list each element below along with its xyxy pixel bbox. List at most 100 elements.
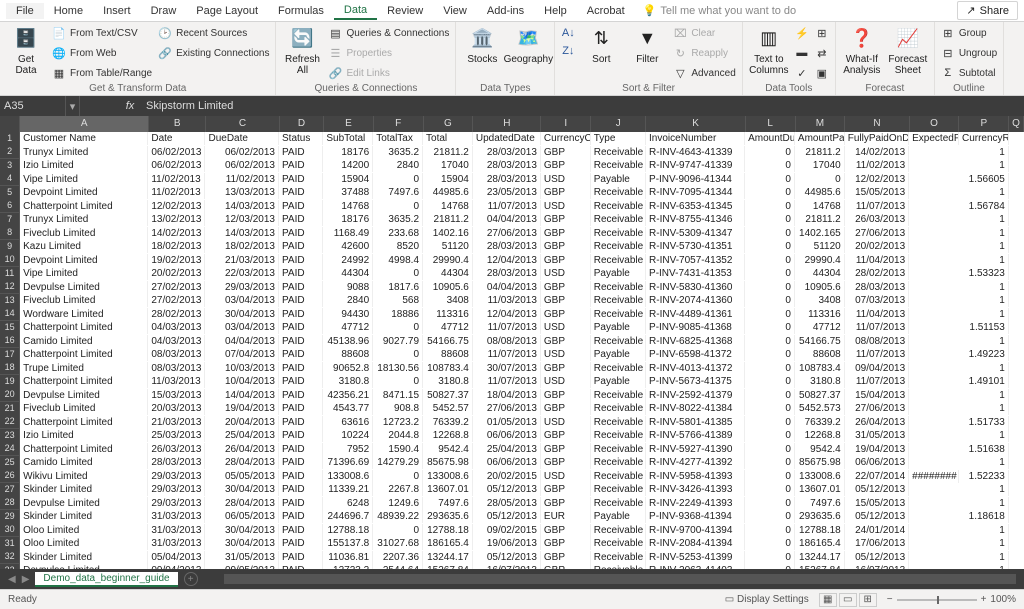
cell[interactable]: Receivable	[591, 213, 646, 226]
sort-asc[interactable]: A↓	[561, 24, 575, 42]
tab-file[interactable]: File	[6, 3, 44, 19]
rowhdr-19[interactable]: 19	[0, 375, 20, 389]
colhdr-F[interactable]: F	[374, 116, 424, 132]
colhdr-Q[interactable]: Q	[1009, 116, 1024, 132]
cell[interactable]: 04/04/2013	[205, 335, 279, 348]
header-cell[interactable]: Type	[591, 132, 646, 145]
header-cell[interactable]: UpdatedDate	[473, 132, 541, 145]
header-cell[interactable]: TotalTax	[373, 132, 423, 145]
cell[interactable]: 63616	[323, 416, 373, 429]
cell[interactable]: R-INV-5253-41399	[646, 551, 745, 564]
view-normal[interactable]: ▦	[819, 593, 837, 607]
cell[interactable]: 11/07/2013	[845, 200, 909, 213]
colhdr-H[interactable]: H	[473, 116, 541, 132]
rowhdr-20[interactable]: 20	[0, 388, 20, 402]
cell[interactable]: 15/03/2013	[148, 389, 205, 402]
cell[interactable]: 42600	[323, 240, 373, 253]
cell[interactable]: PAID	[279, 335, 323, 348]
cell[interactable]: 108783.4	[795, 362, 845, 375]
cell[interactable]: R-INV-4013-41372	[646, 362, 745, 375]
cell[interactable]: Receivable	[591, 362, 646, 375]
cell[interactable]: PAID	[279, 416, 323, 429]
cell[interactable]: 11036.81	[323, 551, 373, 564]
cell[interactable]: 4543.77	[323, 402, 373, 415]
cell[interactable]: 133008.6	[795, 470, 845, 483]
cell[interactable]: 12723.2	[373, 416, 423, 429]
header-cell[interactable]: CurrencyRate	[959, 132, 1009, 145]
select-all-corner[interactable]	[0, 116, 20, 132]
cell[interactable]: Receivable	[591, 294, 646, 307]
colhdr-O[interactable]: O	[910, 116, 960, 132]
cell[interactable]: 12/02/2013	[845, 173, 909, 186]
cell[interactable]: 05/12/2013	[845, 510, 909, 523]
stocks-button[interactable]: 🏛️Stocks	[462, 24, 502, 65]
cell[interactable]: Receivable	[591, 402, 646, 415]
colhdr-G[interactable]: G	[424, 116, 474, 132]
remove-duplicates[interactable]: ▬	[795, 44, 809, 62]
cell[interactable]: 29/03/2013	[205, 281, 279, 294]
cell[interactable]: P-INV-9368-41394	[646, 510, 745, 523]
cell[interactable]: Skinder Limited	[20, 510, 148, 523]
forecast-sheet-button[interactable]: 📈Forecast Sheet	[888, 24, 928, 76]
cell[interactable]: 04/03/2013	[148, 321, 205, 334]
cell[interactable]: 12/04/2013	[473, 308, 541, 321]
cell[interactable]: 0	[745, 308, 795, 321]
cell[interactable]: 21811.2	[423, 146, 473, 159]
cell[interactable]: 1.56605	[959, 173, 1009, 186]
header-cell[interactable]: CurrencyCode	[541, 132, 591, 145]
cell[interactable]: 17040	[423, 159, 473, 172]
cell[interactable]: 0	[745, 281, 795, 294]
header-cell[interactable]: Total	[423, 132, 473, 145]
cell[interactable]: 14/03/2013	[205, 200, 279, 213]
cell[interactable]: 19/02/2013	[148, 254, 205, 267]
rowhdr-23[interactable]: 23	[0, 429, 20, 443]
cell[interactable]: 1	[959, 389, 1009, 402]
cell[interactable]: 47712	[323, 321, 373, 334]
cell[interactable]: 85675.98	[423, 456, 473, 469]
colhdr-J[interactable]: J	[591, 116, 646, 132]
cell[interactable]: 76339.2	[795, 416, 845, 429]
cell[interactable]: 31/03/2013	[148, 510, 205, 523]
fx-button[interactable]: fx	[120, 100, 140, 112]
cell[interactable]: 20/02/2013	[845, 240, 909, 253]
cell[interactable]: 05/05/2013	[205, 470, 279, 483]
cell[interactable]: Chatterpoint Limited	[20, 321, 148, 334]
cell[interactable]: 54166.75	[795, 335, 845, 348]
rowhdr-28[interactable]: 28	[0, 496, 20, 510]
cell[interactable]: 1.51153	[959, 321, 1009, 334]
cell[interactable]: R-INV-5730-41351	[646, 240, 745, 253]
cell[interactable]: 568	[373, 294, 423, 307]
cell[interactable]: 19/06/2013	[473, 537, 541, 550]
cell[interactable]: 5452.57	[423, 402, 473, 415]
cell[interactable]: Receivable	[591, 497, 646, 510]
cell[interactable]: P-INV-9096-41344	[646, 173, 745, 186]
what-if-button[interactable]: ❓What-If Analysis	[842, 24, 882, 76]
tab-review[interactable]: Review	[377, 3, 433, 19]
cell[interactable]: 28/03/2013	[473, 159, 541, 172]
cell[interactable]: 3180.8	[795, 375, 845, 388]
zoom-control[interactable]: − + 100%	[887, 594, 1016, 605]
cell[interactable]: Receivable	[591, 551, 646, 564]
from-text-csv[interactable]: 📄From Text/CSV	[52, 24, 152, 42]
cell[interactable]: 29/03/2013	[148, 497, 205, 510]
cell[interactable]: 07/04/2013	[205, 348, 279, 361]
cell[interactable]: 3180.8	[423, 375, 473, 388]
cell[interactable]: 04/04/2013	[473, 281, 541, 294]
cell[interactable]: 13607.01	[795, 483, 845, 496]
colhdr-P[interactable]: P	[959, 116, 1009, 132]
cell[interactable]: 0	[745, 200, 795, 213]
cell[interactable]: 28/03/2013	[473, 267, 541, 280]
cell[interactable]: 2267.8	[373, 483, 423, 496]
cell[interactable]: R-INV-5958-41393	[646, 470, 745, 483]
tab-formulas[interactable]: Formulas	[268, 3, 334, 19]
cell[interactable]: 0	[745, 146, 795, 159]
cell[interactable]: 1.51638	[959, 443, 1009, 456]
cell[interactable]: PAID	[279, 173, 323, 186]
tab-acrobat[interactable]: Acrobat	[577, 3, 635, 19]
display-settings[interactable]: ▭ Display Settings	[725, 594, 809, 605]
cell[interactable]: 2840	[323, 294, 373, 307]
cell[interactable]: P-INV-7431-41353	[646, 267, 745, 280]
cell[interactable]: 06/02/2013	[205, 159, 279, 172]
header-cell[interactable]: InvoiceNumber	[646, 132, 745, 145]
cell[interactable]: 04/04/2013	[473, 213, 541, 226]
